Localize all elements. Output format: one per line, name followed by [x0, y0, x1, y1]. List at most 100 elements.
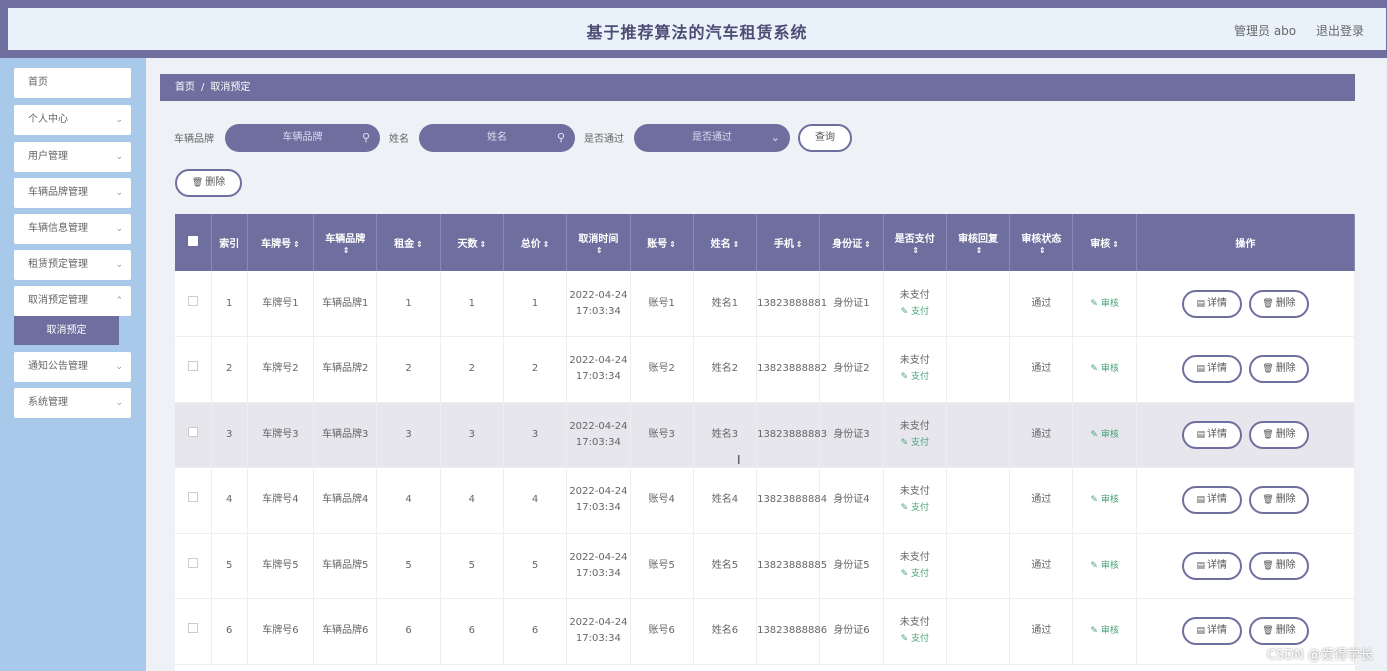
col-idcard[interactable]: 身份证 ⇕ [819, 214, 884, 271]
cell-actions: ▤ 详情 🗑 删除 [1136, 467, 1355, 534]
col-rent[interactable]: 租金 ⇕ [376, 214, 441, 271]
col-account[interactable]: 账号 ⇕ [630, 214, 694, 271]
pay-link[interactable]: ✎ 支付 [884, 631, 946, 647]
detail-button[interactable]: ▤ 详情 [1181, 486, 1242, 515]
paid-status: 未支付 [899, 486, 930, 498]
audit-link[interactable]: ✎ 审核 [1090, 299, 1118, 309]
sidebar-item-system-management[interactable]: 系统管理 ⌄ [14, 388, 131, 418]
audit-link[interactable]: ✎ 审核 [1090, 561, 1118, 571]
select-all-checkbox[interactable] [175, 214, 212, 271]
table-row: 3 车牌号3 车辆品牌3 3 3 3 2022-04-24 17:03:34 账… [175, 402, 1355, 468]
cell-status: 通过 [1009, 336, 1074, 403]
delete-button[interactable]: 🗑 删除 [1248, 617, 1309, 646]
edit-icon: ✎ [900, 568, 911, 579]
col-actions: 操作 [1136, 214, 1355, 271]
pay-link[interactable]: ✎ 支付 [884, 304, 946, 320]
row-checkbox[interactable] [175, 271, 212, 337]
col-plate[interactable]: 车牌号 ⇕ [247, 214, 315, 271]
batch-delete-button[interactable]: 🗑 删除 [175, 169, 242, 197]
col-cancel-time[interactable]: 取消时间 ⇕ [566, 214, 631, 271]
row-checkbox[interactable] [175, 336, 212, 403]
col-days[interactable]: 天数 ⇕ [440, 214, 504, 271]
logout-link[interactable]: 退出登录 [1316, 24, 1364, 38]
sidebar-item-cancel-booking[interactable]: 取消预定管理 ⌃ [14, 286, 131, 316]
cell-days: 4 [440, 467, 504, 534]
table-row: 1 车牌号1 车辆品牌1 1 1 1 2022-04-24 17:03:34 账… [175, 271, 1355, 337]
cell-phone: 13823888881 [756, 271, 827, 337]
sidebar-item-rental-booking[interactable]: 租赁预定管理 ⌄ [14, 250, 131, 280]
detail-button[interactable]: ▤ 详情 [1181, 420, 1242, 449]
sidebar-item-personal-center[interactable]: 个人中心 ⌄ [14, 105, 131, 135]
edit-icon: ✎ [1090, 298, 1101, 309]
sort-icon: ⇕ [732, 240, 740, 249]
sidebar-item-brand-management[interactable]: 车辆品牌管理 ⌄ [14, 178, 131, 208]
cell-account: 账号1 [630, 271, 694, 337]
document-icon: ▤ [1196, 560, 1206, 571]
query-button[interactable]: 查询 [798, 124, 852, 152]
cell-name: 姓名2 [693, 336, 758, 403]
cell-plate: 车牌号1 [247, 271, 315, 337]
delete-button[interactable]: 🗑 删除 [1248, 355, 1309, 384]
audit-link[interactable]: ✎ 审核 [1090, 364, 1118, 374]
pay-link[interactable]: ✎ 支付 [884, 369, 946, 385]
col-status[interactable]: 审核状态 ⇕ [1009, 214, 1074, 271]
cell-idcard: 身份证5 [819, 533, 884, 599]
detail-button[interactable]: ▤ 详情 [1181, 289, 1242, 318]
breadcrumb-home[interactable]: 首页 [175, 82, 195, 93]
cell-total: 6 [503, 598, 568, 665]
delete-button[interactable]: 🗑 删除 [1248, 289, 1309, 318]
sort-icon: ⇕ [795, 240, 803, 249]
audit-link[interactable]: ✎ 审核 [1090, 626, 1118, 636]
cell-actions: ▤ 详情 🗑 删除 [1136, 533, 1355, 599]
edit-icon: ✎ [1090, 429, 1101, 440]
pay-link[interactable]: ✎ 支付 [884, 435, 946, 451]
name-search-input[interactable]: 姓名 ⚲ [419, 124, 575, 152]
cell-phone: 13823888882 [756, 336, 827, 403]
brand-search-input[interactable]: 车辆品牌 ⚲ [225, 124, 380, 152]
sidebar-subitem-cancel-booking[interactable]: 取消预定 [14, 316, 119, 345]
cell-audit: ✎ 审核 [1072, 336, 1137, 403]
delete-button[interactable]: 🗑 删除 [1248, 551, 1309, 580]
sidebar-item-label: 车辆信息管理 [28, 223, 88, 234]
cell-name: 姓名5 [693, 533, 758, 599]
pay-link[interactable]: ✎ 支付 [884, 500, 946, 516]
search-icon: ⚲ [361, 131, 370, 144]
cell-rent: 4 [376, 467, 441, 534]
delete-button[interactable]: 🗑 删除 [1248, 486, 1309, 515]
delete-button[interactable]: 🗑 删除 [1248, 420, 1309, 449]
col-total[interactable]: 总价 ⇕ [503, 214, 568, 271]
cell-brand: 车辆品牌1 [313, 271, 378, 337]
sidebar-item-user-management[interactable]: 用户管理 ⌄ [14, 142, 131, 172]
cell-paid: 未支付 ✎ 支付 [883, 533, 947, 599]
sidebar-item-home[interactable]: 首页 [14, 68, 131, 98]
col-phone[interactable]: 手机 ⇕ [756, 214, 821, 271]
trash-icon: 🗑 [1262, 429, 1274, 440]
cell-index: 2 [211, 336, 248, 403]
admin-label[interactable]: 管理员 abo [1234, 24, 1296, 38]
row-checkbox[interactable] [175, 598, 212, 665]
col-paid[interactable]: 是否支付 ⇕ [883, 214, 947, 271]
trash-icon: 🗑 [1262, 495, 1274, 506]
detail-button[interactable]: ▤ 详情 [1181, 617, 1242, 646]
pay-link[interactable]: ✎ 支付 [884, 566, 946, 582]
sort-icon: ⇕ [293, 240, 300, 249]
row-checkbox[interactable] [175, 467, 212, 534]
trash-icon: 🗑 [1262, 626, 1274, 637]
text-cursor-icon: I [737, 453, 741, 467]
passed-select[interactable]: 是否通过 ⌄ [634, 124, 790, 152]
sort-icon: ⇕ [342, 245, 350, 255]
col-name[interactable]: 姓名 ⇕ [693, 214, 758, 271]
detail-button[interactable]: ▤ 详情 [1181, 551, 1242, 580]
sidebar-item-notice-management[interactable]: 通知公告管理 ⌄ [14, 352, 131, 382]
sidebar-item-vehicle-management[interactable]: 车辆信息管理 ⌄ [14, 214, 131, 244]
cell-status: 通过 [1009, 598, 1074, 665]
col-audit[interactable]: 审核 ⇕ [1072, 214, 1137, 271]
col-brand[interactable]: 车辆品牌 ⇕ [313, 214, 378, 271]
row-checkbox[interactable] [175, 533, 212, 599]
col-reply[interactable]: 审核回复 ⇕ [946, 214, 1011, 271]
audit-link[interactable]: ✎ 审核 [1090, 495, 1118, 505]
row-checkbox[interactable] [175, 402, 212, 468]
audit-link[interactable]: ✎ 审核 [1090, 430, 1118, 440]
detail-button[interactable]: ▤ 详情 [1181, 355, 1242, 384]
chevron-down-icon: ⌄ [115, 362, 123, 372]
